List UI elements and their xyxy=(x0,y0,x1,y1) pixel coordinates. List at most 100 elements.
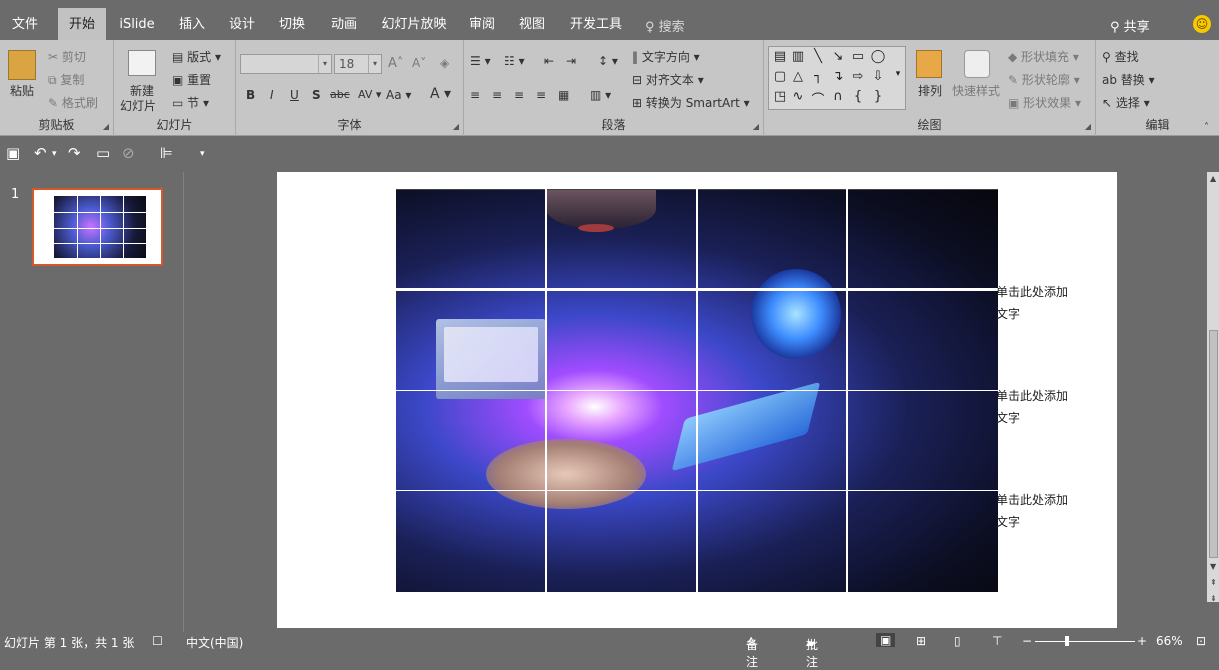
scrollbar-thumb[interactable] xyxy=(1209,330,1218,558)
fit-to-window-icon[interactable]: ⊡ xyxy=(1196,634,1206,648)
down-arrow-shape-icon[interactable]: ⇩ xyxy=(869,69,887,84)
share-button[interactable]: ⚲ 共享 xyxy=(1110,16,1150,35)
tab-transitions[interactable]: 切换 xyxy=(270,8,314,40)
replace-button[interactable]: ab 替换 ▾ xyxy=(1102,71,1155,88)
rounded-rect-shape-icon[interactable]: ▢ xyxy=(771,69,789,84)
underline-button[interactable]: U xyxy=(290,88,299,102)
grid-horizontal-line[interactable] xyxy=(396,390,998,391)
undo-icon[interactable]: ↶ xyxy=(34,144,47,162)
right-arrow-shape-icon[interactable]: ⇨ xyxy=(849,69,867,84)
convert-smartart-button[interactable]: ⊞ 转换为 SmartArt ▾ xyxy=(632,94,750,111)
textbox-shape-icon[interactable]: ▤ xyxy=(771,49,789,64)
dialog-launcher-icon[interactable]: ◢ xyxy=(453,122,459,131)
rectangle-shape-icon[interactable]: ▭ xyxy=(849,49,867,64)
char-spacing-button[interactable]: AV ▾ xyxy=(358,88,381,101)
callout-shape-icon[interactable]: ◳ xyxy=(771,89,789,104)
dialog-launcher-icon[interactable]: ◢ xyxy=(753,122,759,131)
align-right-icon[interactable]: ≡ xyxy=(514,88,524,102)
gallery-more-icon[interactable]: ▾ xyxy=(889,69,907,79)
bold-button[interactable]: B xyxy=(246,88,255,102)
zoom-level[interactable]: 66% xyxy=(1156,634,1183,648)
text-direction-button[interactable]: ‖ 文字方向 ▾ xyxy=(632,48,700,65)
new-slide-icon[interactable] xyxy=(128,50,156,76)
vertical-textbox-shape-icon[interactable]: ▥ xyxy=(789,49,807,64)
section-button[interactable]: ▭ 节 ▾ xyxy=(172,94,209,111)
layout-button[interactable]: ▤ 版式 ▾ xyxy=(172,48,221,65)
tab-design[interactable]: 设计 xyxy=(220,8,264,40)
reading-view-icon[interactable]: ▯ xyxy=(954,634,961,648)
strikethrough-button[interactable]: abc xyxy=(330,88,350,101)
dialog-launcher-icon[interactable]: ◢ xyxy=(1085,122,1091,131)
zoom-out-icon[interactable]: − xyxy=(1022,634,1032,648)
grow-font-icon[interactable]: A˄ xyxy=(388,56,403,71)
tab-home[interactable]: 开始 xyxy=(58,8,106,40)
change-case-button[interactable]: Aa ▾ xyxy=(386,88,411,102)
text-placeholder-2[interactable]: 单击此处添加 文字 xyxy=(996,385,1116,429)
font-color-button[interactable]: A ▾ xyxy=(430,86,451,102)
elbow-connector-icon[interactable]: ┐ xyxy=(809,69,827,84)
grid-horizontal-line[interactable] xyxy=(396,490,998,491)
normal-view-icon[interactable]: ▣ xyxy=(876,633,896,647)
shapes-gallery[interactable]: ▤ ▥ ╲ ↘ ▭ ◯ ▢ △ ┐ ↴ ⇨ ⇩ ◳ ∿ ⌒ ∩ { } ▾ xyxy=(768,46,906,110)
paste-button[interactable]: 粘贴 xyxy=(10,82,34,99)
save-icon[interactable]: ▣ xyxy=(6,144,20,162)
columns-icon[interactable]: ▥ ▾ xyxy=(590,88,611,102)
dialog-launcher-icon[interactable]: ◢ xyxy=(103,122,109,131)
shrink-font-icon[interactable]: A˅ xyxy=(412,56,426,70)
touch-mode-icon[interactable]: ⊘ xyxy=(122,144,135,162)
slideshow-view-icon[interactable]: ⊤ xyxy=(992,634,1002,648)
freeform-shape-icon[interactable]: ∩ xyxy=(829,89,847,104)
slide-sorter-icon[interactable]: ⊞ xyxy=(916,634,926,648)
curve-shape-icon[interactable]: ∿ xyxy=(789,89,807,104)
align-center-icon[interactable]: ≡ xyxy=(492,88,502,102)
zoom-slider-track[interactable] xyxy=(1035,641,1135,642)
shape-outline-button[interactable]: ✎ 形状轮廓 ▾ xyxy=(1008,71,1080,88)
cut-button[interactable]: ✂ 剪切 xyxy=(48,48,86,65)
next-slide-icon[interactable]: ⇟ xyxy=(1210,594,1217,603)
slideshow-from-start-icon[interactable]: ▭ xyxy=(96,144,110,162)
zoom-in-icon[interactable]: + xyxy=(1137,634,1147,648)
line-shape-icon[interactable]: ╲ xyxy=(809,49,827,64)
right-brace-icon[interactable]: } xyxy=(869,89,887,104)
paste-icon[interactable] xyxy=(8,50,36,80)
align-left-icon[interactable]: ≡ xyxy=(470,88,480,102)
scroll-down-icon[interactable]: ▼ xyxy=(1210,562,1216,571)
tab-view[interactable]: 视图 xyxy=(512,8,552,40)
tab-developer[interactable]: 开发工具 xyxy=(562,8,630,40)
redo-icon[interactable]: ↷ xyxy=(68,144,81,162)
tab-review[interactable]: 审阅 xyxy=(462,8,502,40)
smiley-feedback-icon[interactable]: ☺ xyxy=(1193,15,1211,33)
shape-fill-button[interactable]: ◆ 形状填充 ▾ xyxy=(1008,48,1079,65)
increase-indent-icon[interactable]: ⇥ xyxy=(566,54,576,68)
align-icon[interactable]: ⊫ xyxy=(160,144,173,162)
format-painter-button[interactable]: ✎ 格式刷 xyxy=(48,94,98,111)
previous-slide-icon[interactable]: ⇞ xyxy=(1210,578,1217,587)
language-indicator[interactable]: 中文(中国) xyxy=(186,634,243,651)
zoom-slider-thumb[interactable] xyxy=(1065,636,1069,646)
quick-styles-icon[interactable] xyxy=(964,50,990,78)
grid-horizontal-line[interactable] xyxy=(396,288,998,291)
find-button[interactable]: ⚲ 查找 xyxy=(1102,48,1139,65)
numbering-icon[interactable]: ☷ ▾ xyxy=(504,54,525,68)
shape-effects-button[interactable]: ▣ 形状效果 ▾ xyxy=(1008,94,1081,111)
scroll-up-icon[interactable]: ▲ xyxy=(1210,174,1216,183)
reset-button[interactable]: ▣ 重置 xyxy=(172,71,211,88)
text-placeholder-1[interactable]: 单击此处添加 文字 xyxy=(996,281,1116,325)
arc-shape-icon[interactable]: ⌒ xyxy=(809,89,827,108)
oval-shape-icon[interactable]: ◯ xyxy=(869,49,887,64)
tab-animations[interactable]: 动画 xyxy=(322,8,366,40)
tab-file[interactable]: 文件 xyxy=(0,8,50,40)
line-spacing-icon[interactable]: ↕ ▾ xyxy=(598,54,618,68)
quick-styles-button[interactable]: 快速样式 xyxy=(952,82,1000,99)
customize-qat-icon[interactable]: ▾ xyxy=(200,149,205,159)
new-slide-line2[interactable]: 幻灯片 xyxy=(120,97,156,114)
justify-icon[interactable]: ≡ xyxy=(536,88,546,102)
copy-button[interactable]: ⧉ 复制 xyxy=(48,71,84,88)
select-button[interactable]: ↖ 选择 ▾ xyxy=(1102,94,1150,111)
slide-thumbnail-1[interactable] xyxy=(32,188,163,266)
triangle-shape-icon[interactable]: △ xyxy=(789,69,807,84)
font-name-combo[interactable]: ▾ xyxy=(240,54,332,74)
decrease-indent-icon[interactable]: ⇤ xyxy=(544,54,554,68)
bullets-icon[interactable]: ☰ ▾ xyxy=(470,54,491,68)
collapse-ribbon-icon[interactable]: ˄ xyxy=(1204,122,1209,133)
